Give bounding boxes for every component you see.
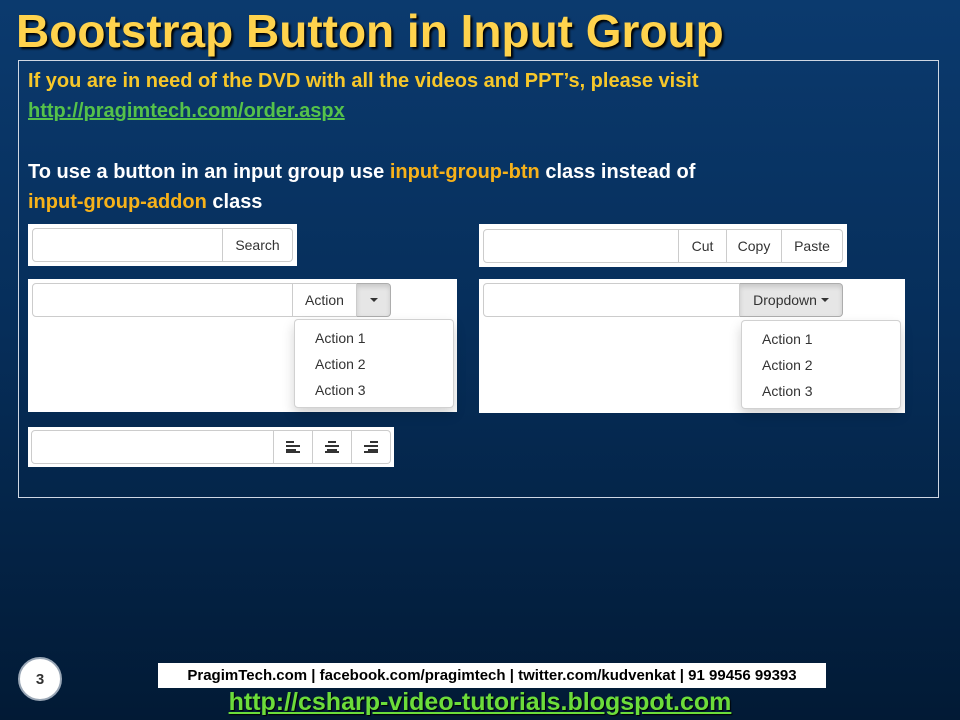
menu-item-action-2[interactable]: Action 2	[742, 352, 900, 378]
dropdown-button-label: Dropdown	[753, 292, 817, 308]
dropdown-toggle-button[interactable]	[357, 283, 391, 317]
menu-item-action-3[interactable]: Action 3	[742, 378, 900, 404]
search-input[interactable]	[32, 228, 223, 262]
caret-down-icon	[369, 298, 378, 302]
align-demo-panel	[28, 427, 394, 467]
dropdown-input-group: Dropdown	[483, 283, 843, 317]
copy-button[interactable]: Copy	[727, 229, 782, 263]
cut-button[interactable]: Cut	[679, 229, 727, 263]
action-button[interactable]: Action	[293, 283, 357, 317]
clipboard-input-group: Cut Copy Paste	[483, 229, 843, 263]
intro-paragraph: If you are in need of the DVD with all t…	[28, 66, 699, 126]
split-dropdown-input[interactable]	[32, 283, 293, 317]
menu-item-action-1[interactable]: Action 1	[742, 326, 900, 352]
dropdown-button[interactable]: Dropdown	[740, 283, 843, 317]
order-link[interactable]: http://pragimtech.com/order.aspx	[28, 100, 345, 122]
menu-item-action-2[interactable]: Action 2	[295, 351, 453, 377]
search-button[interactable]: Search	[223, 228, 293, 262]
align-center-icon	[325, 441, 339, 453]
align-right-icon	[364, 441, 378, 453]
dropdown-demo-panel: Dropdown Action 1 Action 2 Action 3	[479, 279, 905, 413]
blog-link[interactable]: http://csharp-video-tutorials.blogspot.c…	[0, 688, 960, 717]
menu-item-action-1[interactable]: Action 1	[295, 325, 453, 351]
footer-contact: PragimTech.com | facebook.com/pragimtech…	[158, 663, 826, 688]
desc-prefix: To use a button in an input group use	[28, 161, 390, 183]
split-dropdown-menu: Action 1 Action 2 Action 3	[294, 319, 454, 408]
desc-highlight-addon: input-group-addon	[28, 191, 207, 213]
caret-down-icon	[820, 298, 829, 302]
paste-button[interactable]: Paste	[782, 229, 843, 263]
align-left-icon	[286, 441, 300, 453]
intro-text: If you are in need of the DVD with all t…	[28, 70, 699, 92]
split-dropdown-input-group: Action	[32, 283, 391, 317]
dropdown-input[interactable]	[483, 283, 740, 317]
align-right-button[interactable]	[352, 430, 391, 464]
menu-item-action-3[interactable]: Action 3	[295, 377, 453, 403]
dropdown-menu: Action 1 Action 2 Action 3	[741, 320, 901, 409]
desc-middle: class instead of	[539, 161, 696, 183]
clipboard-input[interactable]	[483, 229, 679, 263]
split-dropdown-demo-panel: Action Action 1 Action 2 Action 3	[28, 279, 457, 412]
align-input-group	[31, 430, 391, 464]
desc-suffix: class	[206, 191, 263, 213]
align-left-button[interactable]	[274, 430, 313, 464]
description-paragraph: To use a button in an input group use in…	[28, 157, 695, 217]
align-input[interactable]	[31, 430, 274, 464]
slide-title: Bootstrap Button in Input Group	[16, 5, 724, 57]
search-demo-panel: Search	[28, 224, 297, 266]
desc-highlight-btn: input-group-btn	[389, 161, 540, 183]
clipboard-demo-panel: Cut Copy Paste	[479, 224, 847, 267]
search-input-group: Search	[32, 228, 293, 262]
align-center-button[interactable]	[313, 430, 352, 464]
